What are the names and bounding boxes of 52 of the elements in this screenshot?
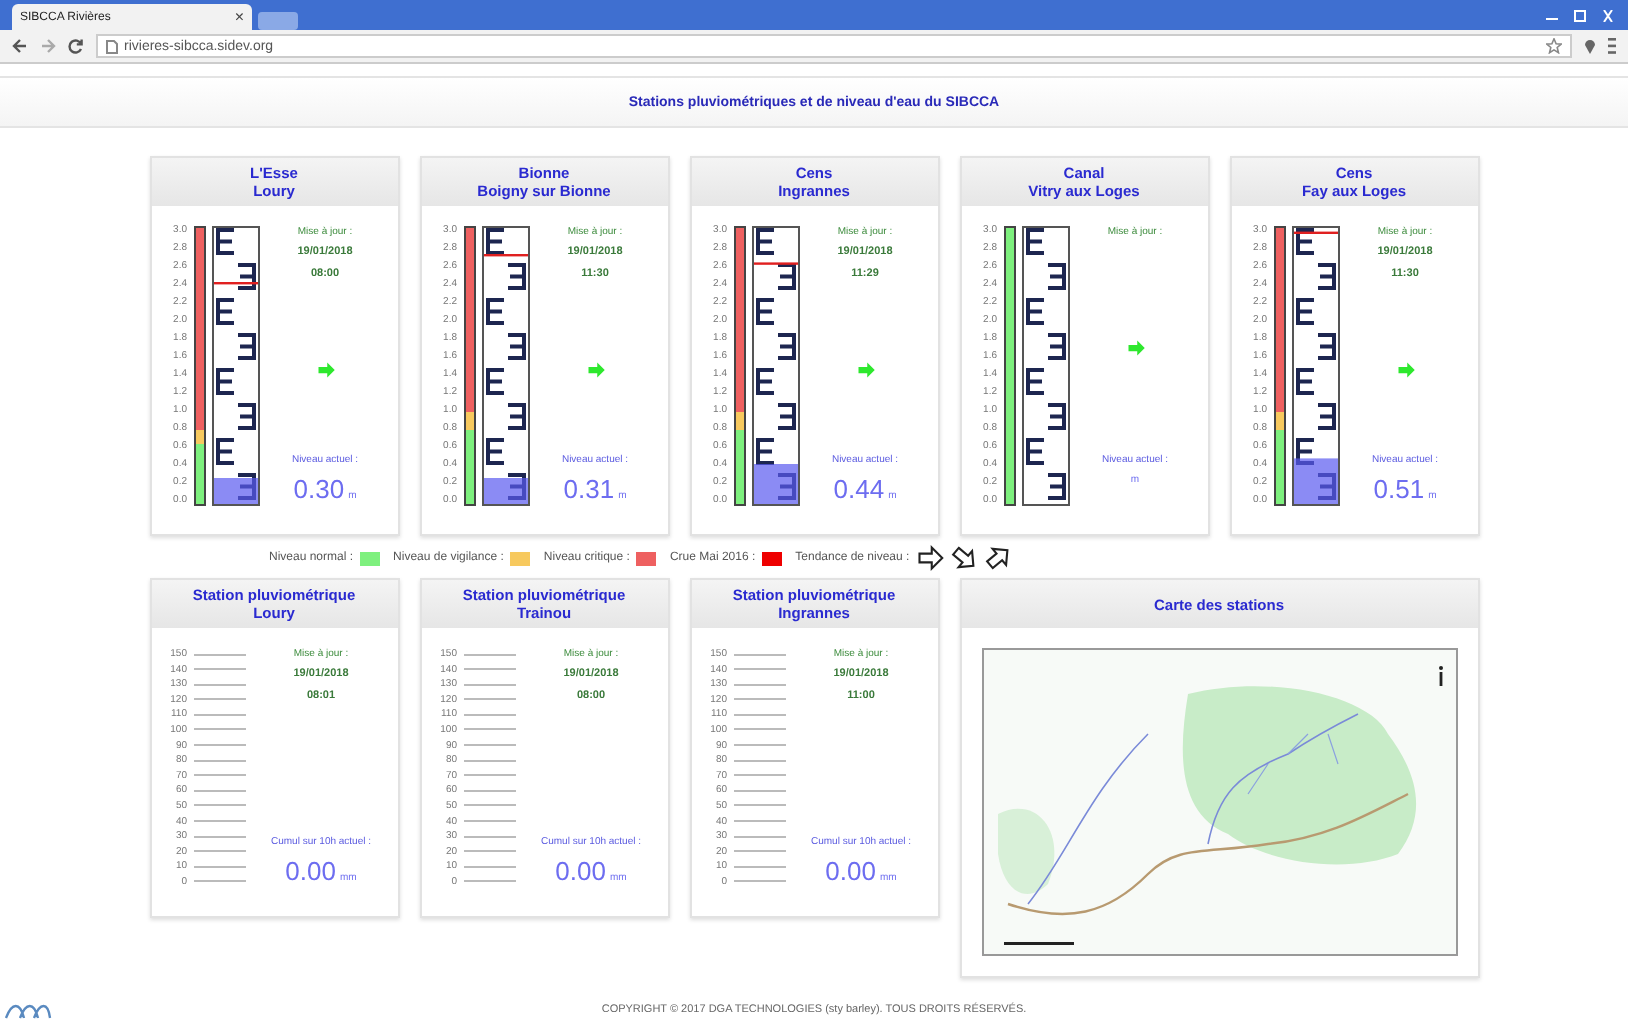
gauge-mark xyxy=(1047,403,1065,430)
gauge-mark xyxy=(237,403,255,430)
gauge-mark xyxy=(1317,403,1335,430)
gauge-mark xyxy=(485,368,503,395)
gauge-mark xyxy=(1317,263,1335,290)
gauge-mark xyxy=(777,333,795,360)
gauge-mark xyxy=(1317,333,1335,360)
location-pin-icon[interactable] xyxy=(1584,38,1596,54)
current-level-value: 0.44 xyxy=(833,474,885,504)
page-icon xyxy=(106,39,118,53)
gauge-mark xyxy=(1047,263,1065,290)
gauge-mark xyxy=(485,298,503,325)
gauge-mark xyxy=(1295,228,1313,255)
logo-icon xyxy=(4,1002,52,1022)
current-level-value: 0.30 xyxy=(293,474,345,504)
gauge-mark xyxy=(485,228,503,255)
gauge-mark xyxy=(1025,228,1043,255)
gauge-mark xyxy=(215,228,233,255)
gauge-mark xyxy=(1025,368,1043,395)
gauge-mark xyxy=(1025,298,1043,325)
gauge-mark xyxy=(1295,298,1313,325)
current-level-value: 0.31 xyxy=(563,474,615,504)
gauge-mark xyxy=(755,438,773,465)
gauge-mark xyxy=(755,298,773,325)
menu-icon[interactable] xyxy=(1608,38,1616,54)
maximize-icon[interactable] xyxy=(1572,9,1588,21)
rain-total-value: 0.00 xyxy=(825,856,876,886)
gauge-mark xyxy=(1047,473,1065,500)
gauge-mark xyxy=(215,298,233,325)
info-icon[interactable] xyxy=(1437,666,1443,686)
gauge-mark xyxy=(507,403,525,430)
gauge-mark xyxy=(237,333,255,360)
reload-icon[interactable] xyxy=(68,38,84,54)
gauge-mark xyxy=(755,228,773,255)
rain-total-value: 0.00 xyxy=(555,856,606,886)
gauge-mark xyxy=(237,263,255,290)
gauge-mark xyxy=(215,368,233,395)
star-icon[interactable] xyxy=(1546,38,1562,54)
gauge-mark xyxy=(1295,368,1313,395)
gauge-mark xyxy=(507,333,525,360)
rain-total-value: 0.00 xyxy=(285,856,336,886)
gauge-mark xyxy=(485,438,503,465)
current-level-value: 0.51 xyxy=(1373,474,1425,504)
gauge-mark xyxy=(1047,333,1065,360)
gauge-mark xyxy=(215,438,233,465)
gauge-mark xyxy=(507,263,525,290)
gauge-mark xyxy=(777,403,795,430)
close-icon[interactable] xyxy=(1600,9,1616,21)
tab-close-button[interactable]: × xyxy=(234,8,244,26)
gauge-mark xyxy=(755,368,773,395)
back-icon[interactable] xyxy=(12,38,28,54)
gauge-mark xyxy=(1025,438,1043,465)
